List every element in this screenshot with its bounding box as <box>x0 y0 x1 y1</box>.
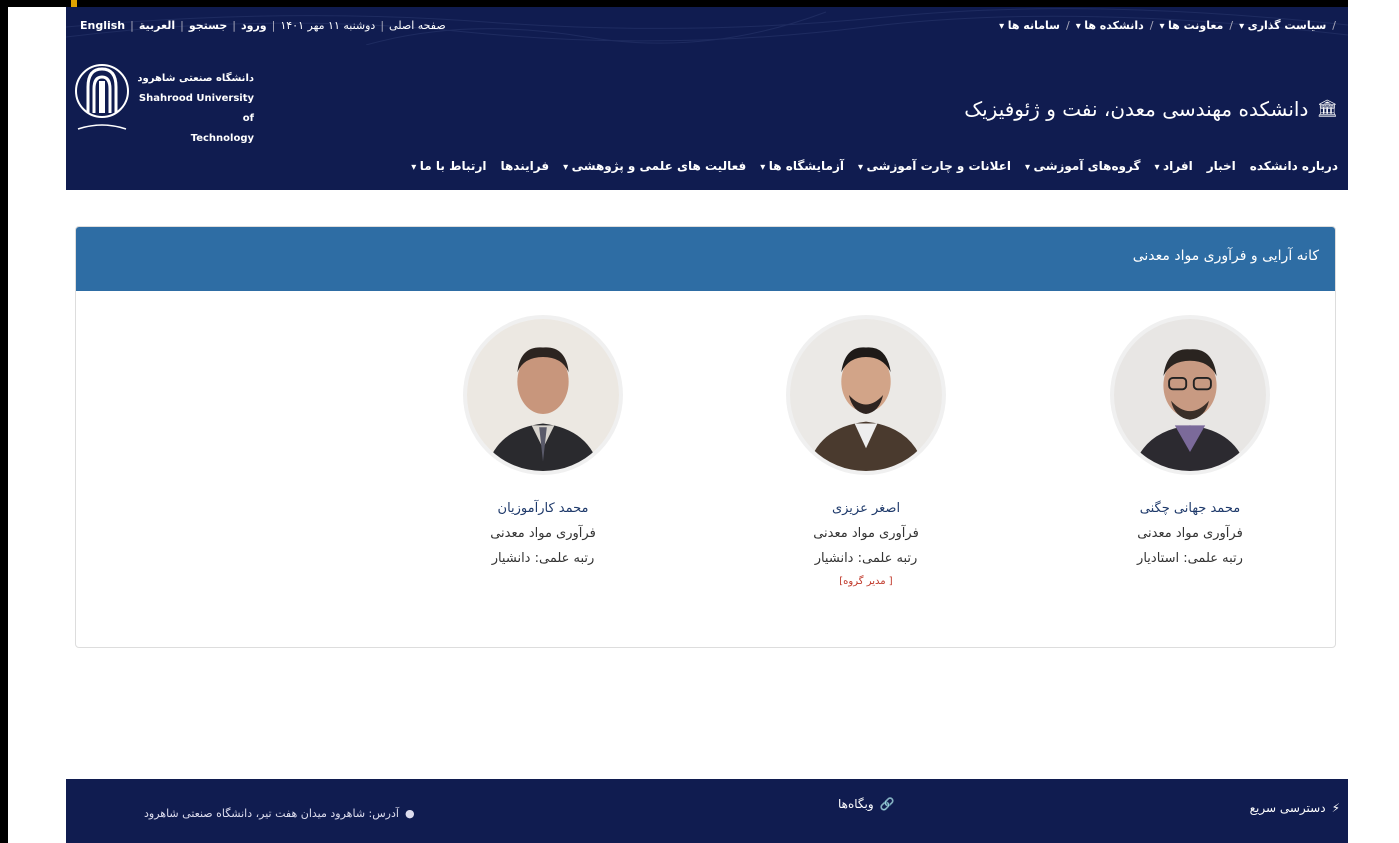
nav-contact[interactable]: ارتباط با ما <box>411 159 487 173</box>
person-name[interactable]: اصغر عزیزی <box>756 501 976 516</box>
person-card[interactable]: اصغر عزیزی فرآوری مواد معدنی رتبه علمی: … <box>756 315 976 587</box>
address: ● آدرس: شاهرود میدان هفت تیر، دانشگاه صن… <box>144 807 415 820</box>
corner-mark <box>71 0 77 7</box>
websites: 🔗 وبگاه‌ها <box>838 797 895 811</box>
current-date: دوشنبه ۱۱ مهر ۱۴۰۱ <box>280 19 376 32</box>
person-rank: رتبه علمی: دانشیار <box>814 551 918 566</box>
nav-processes[interactable]: فرایندها <box>500 159 549 173</box>
avatar[interactable] <box>1110 315 1270 475</box>
arabic-link[interactable]: العربية <box>139 19 175 32</box>
websites-label: وبگاه‌ها <box>838 797 874 811</box>
nav-announcements[interactable]: اعلانات و چارت آموزشی <box>858 159 1012 173</box>
search-link[interactable]: جستجو <box>189 19 227 32</box>
university-logo[interactable] <box>72 57 132 137</box>
nav-groups[interactable]: گروه‌های آموزشی <box>1025 159 1141 173</box>
quick-access: ⚡ دسترسی سریع <box>1250 801 1340 815</box>
nav-labs[interactable]: آزمایشگاه ها <box>760 159 844 173</box>
quick-access-label: دسترسی سریع <box>1249 801 1326 815</box>
link-icon: 🔗 <box>879 797 895 811</box>
bolt-icon: ⚡ <box>1331 801 1340 815</box>
top-bar: / سیاست گذاری / معاونت ها / دانشکده ها /… <box>66 7 1348 45</box>
menu-deputies[interactable]: معاونت ها <box>1160 19 1223 32</box>
person-name[interactable]: محمد جهانی چگنی <box>1080 501 1300 516</box>
person-card[interactable]: محمد جهانی چگنی فرآوری مواد معدنی رتبه ع… <box>1080 315 1300 566</box>
top-links: English | العربية | جستجو | ورود | دوشنب… <box>80 19 446 32</box>
nav-news[interactable]: اخبار <box>1207 159 1236 173</box>
person-card[interactable]: محمد کارآموزیان فرآوری مواد معدنی رتبه ع… <box>433 315 653 566</box>
menu-policy[interactable]: سیاست گذاری <box>1239 19 1327 32</box>
person-rank: رتبه علمی: استادیار <box>1137 551 1243 566</box>
university-name: دانشگاه صنعتی شاهرود Shahrood University… <box>134 69 254 149</box>
person-name[interactable]: محمد کارآموزیان <box>433 501 653 516</box>
window-top-border <box>0 0 1399 7</box>
faculty-title[interactable]: 🏛 دانشکده مهندسی معدن، نفت و ژئوفیزیک <box>964 97 1338 121</box>
person-rank: رتبه علمی: دانشیار <box>491 551 595 566</box>
avatar[interactable] <box>786 315 946 475</box>
university-name-en-1: Shahrood University of <box>138 93 254 124</box>
window-right-margin <box>1348 0 1399 843</box>
group-panel: کانه آرایی و فرآوری مواد معدنی محمد جهان… <box>75 226 1336 648</box>
home-link[interactable]: صفحه اصلی <box>389 19 446 32</box>
person-group: فرآوری مواد معدنی <box>490 526 596 541</box>
site-footer: ⚡ دسترسی سریع 🔗 وبگاه‌ها ● آدرس: شاهرود … <box>66 779 1348 843</box>
window-left-border <box>0 0 8 843</box>
faculty-title-text: دانشکده مهندسی معدن، نفت و ژئوفیزیک <box>964 97 1309 121</box>
address-text: آدرس: شاهرود میدان هفت تیر، دانشگاه صنعت… <box>144 807 399 820</box>
menu-systems[interactable]: سامانه ها <box>999 19 1060 32</box>
site-header: / سیاست گذاری / معاونت ها / دانشکده ها /… <box>66 7 1348 190</box>
map-marker-icon: ● <box>404 807 415 820</box>
person-group: فرآوری مواد معدنی <box>1137 526 1243 541</box>
person-group: فرآوری مواد معدنی <box>813 526 919 541</box>
panel-title: کانه آرایی و فرآوری مواد معدنی <box>76 227 1335 291</box>
nav-research[interactable]: فعالیت های علمی و پژوهشی <box>563 159 747 173</box>
group-head-badge: [ مدیر گروه] <box>839 576 893 587</box>
menu-faculties[interactable]: دانشکده ها <box>1076 19 1144 32</box>
main-nav: درباره دانشکده اخبار افراد گروه‌های آموز… <box>411 159 1338 173</box>
university-name-fa: دانشگاه صنعتی شاهرود <box>137 73 254 84</box>
top-menu: / سیاست گذاری / معاونت ها / دانشکده ها /… <box>999 19 1336 32</box>
nav-about[interactable]: درباره دانشکده <box>1250 159 1338 173</box>
bank-icon: 🏛 <box>1316 99 1338 119</box>
nav-people[interactable]: افراد <box>1154 159 1193 173</box>
university-name-en-2: Technology <box>190 133 254 144</box>
login-link[interactable]: ورود <box>241 19 267 32</box>
avatar[interactable] <box>463 315 623 475</box>
english-link[interactable]: English <box>80 19 125 32</box>
